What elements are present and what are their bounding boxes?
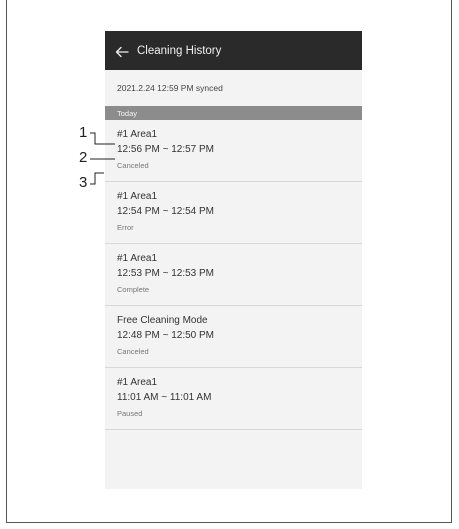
callout-leader-lines [90, 132, 115, 185]
